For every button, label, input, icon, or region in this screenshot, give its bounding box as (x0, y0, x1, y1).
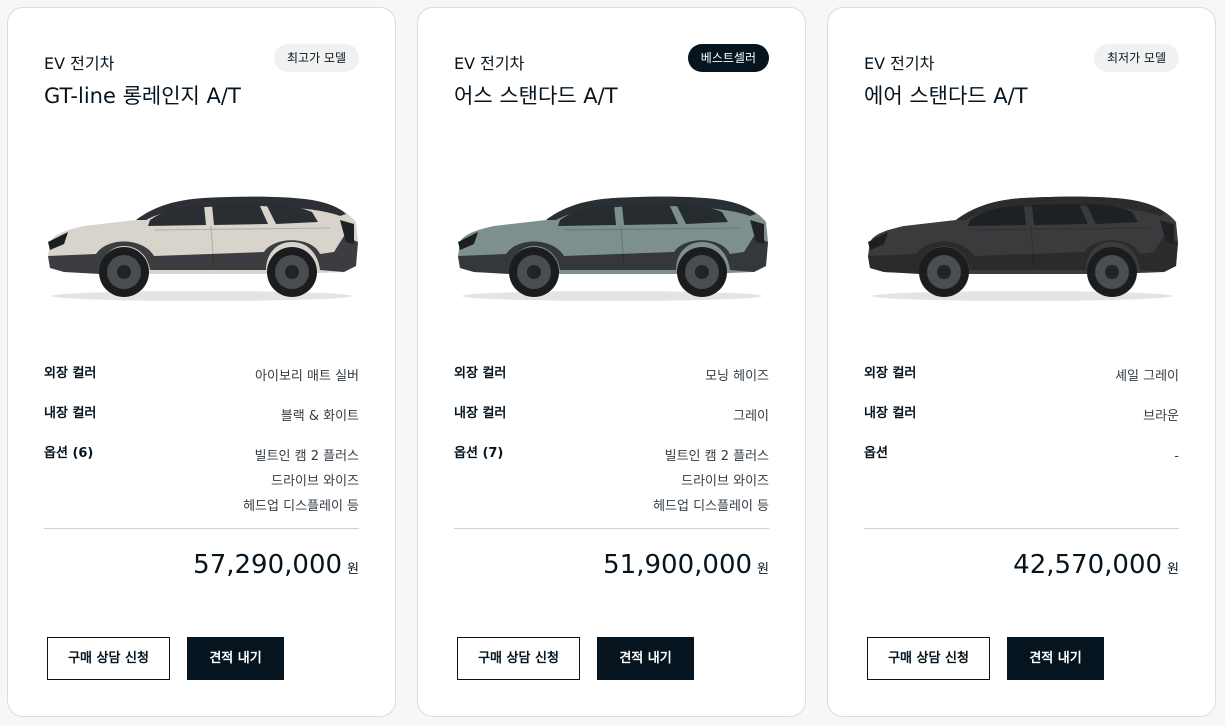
options-list: - (1174, 444, 1179, 469)
price-amount: 51,900,000 (603, 550, 753, 580)
price: 57,290,000 원 (193, 550, 359, 580)
exterior-color-label: 외장 컬러 (44, 366, 97, 381)
price-amount: 57,290,000 (193, 550, 343, 580)
trim-name: GT-line 롱레인지 A/T (44, 84, 241, 108)
exterior-color-label: 외장 컬러 (864, 366, 917, 381)
interior-color-label: 내장 컬러 (454, 406, 507, 421)
options-list: 빌트인 캠 2 플러스드라이브 와이즈헤드업 디스플레이 등 (243, 444, 359, 519)
exterior-color-value: 셰일 그레이 (1115, 369, 1179, 384)
car-image (44, 180, 360, 302)
trim-card: EV 전기차 최고가 모델 GT-line 롱레인지 A/T 외장 컬러 아이보… (7, 7, 396, 717)
get-estimate-button[interactable]: 견적 내기 (187, 637, 284, 680)
option-value: 드라이브 와이즈 (271, 474, 359, 489)
interior-color-label: 내장 컬러 (44, 406, 97, 421)
option-value: 드라이브 와이즈 (681, 474, 769, 489)
purchase-consultation-button[interactable]: 구매 상담 신청 (47, 637, 170, 680)
purchase-consultation-button[interactable]: 구매 상담 신청 (867, 637, 990, 680)
trim-card: EV 전기차 최저가 모델 에어 스탠다드 A/T 외장 컬러 셰일 그레이 내… (827, 7, 1216, 717)
trim-badge: 최고가 모델 (273, 44, 359, 72)
trim-card: EV 전기차 베스트셀러 어스 스탠다드 A/T 외장 컬러 모닝 헤이즈 내장… (417, 7, 806, 717)
price: 51,900,000 원 (603, 550, 769, 580)
vehicle-type-label: EV 전기차 (454, 54, 525, 73)
divider (454, 528, 769, 529)
purchase-consultation-button[interactable]: 구매 상담 신청 (457, 637, 580, 680)
price-unit: 원 (1167, 562, 1179, 577)
car-image (454, 180, 770, 302)
trim-name: 어스 스탠다드 A/T (454, 84, 618, 108)
divider (864, 528, 1179, 529)
exterior-color-value: 모닝 헤이즈 (705, 369, 769, 384)
trim-name: 에어 스탠다드 A/T (864, 84, 1028, 108)
get-estimate-button[interactable]: 견적 내기 (1007, 637, 1104, 680)
price-unit: 원 (757, 562, 769, 577)
options-list: 빌트인 캠 2 플러스드라이브 와이즈헤드업 디스플레이 등 (653, 444, 769, 519)
options-label: 옵션 (7) (454, 446, 504, 461)
option-value: 빌트인 캠 2 플러스 (664, 449, 769, 464)
price-amount: 42,570,000 (1013, 550, 1163, 580)
option-value: - (1174, 449, 1179, 464)
price: 42,570,000 원 (1013, 550, 1179, 580)
option-value: 헤드업 디스플레이 등 (243, 499, 359, 514)
car-image (864, 180, 1180, 302)
interior-color-label: 내장 컬러 (864, 406, 917, 421)
trim-card-list: EV 전기차 최고가 모델 GT-line 롱레인지 A/T 외장 컬러 아이보… (0, 0, 1225, 725)
interior-color-value: 블랙 & 화이트 (280, 409, 359, 424)
vehicle-type-label: EV 전기차 (44, 54, 115, 73)
price-unit: 원 (347, 562, 359, 577)
exterior-color-label: 외장 컬러 (454, 366, 507, 381)
options-label: 옵션 (6) (44, 446, 94, 461)
vehicle-type-label: EV 전기차 (864, 54, 935, 73)
divider (44, 528, 359, 529)
interior-color-value: 브라운 (1143, 409, 1179, 424)
option-value: 헤드업 디스플레이 등 (653, 499, 769, 514)
option-value: 빌트인 캠 2 플러스 (254, 449, 359, 464)
options-label: 옵션 (864, 446, 888, 461)
trim-badge: 최저가 모델 (1093, 44, 1179, 72)
get-estimate-button[interactable]: 견적 내기 (597, 637, 694, 680)
exterior-color-value: 아이보리 매트 실버 (255, 369, 359, 384)
trim-badge: 베스트셀러 (687, 44, 769, 72)
interior-color-value: 그레이 (733, 409, 769, 424)
